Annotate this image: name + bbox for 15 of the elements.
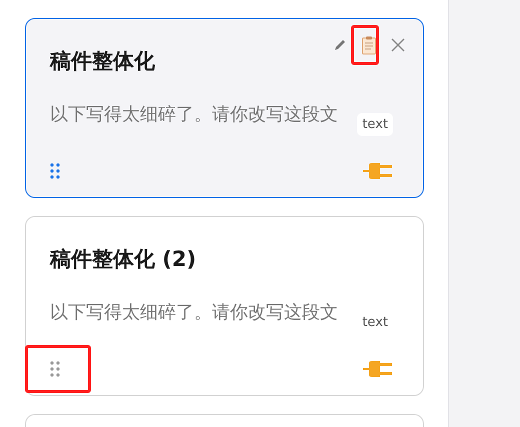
prompt-preview: 以下写得太细碎了。请你改写这段文 xyxy=(50,103,338,127)
card-title: 稿件整体化 (2) xyxy=(50,246,198,273)
card-title: 稿件整体化 xyxy=(50,48,156,75)
pencil-icon[interactable] xyxy=(333,38,347,52)
clipboard-icon[interactable] xyxy=(361,35,377,55)
plug-icon xyxy=(363,359,393,379)
prompt-card[interactable]: 稿件整体化 (2) 以下写得太细碎了。请你改写这段文 text xyxy=(25,216,424,396)
prompt-card[interactable]: 稿件整体化 以下写得太细碎了。请你改写这段文 text xyxy=(25,18,424,198)
prompt-preview: 以下写得太细碎了。请你改写这段文 xyxy=(50,301,338,325)
plug-icon xyxy=(363,161,393,181)
close-icon[interactable] xyxy=(391,38,405,52)
drag-handle-icon[interactable] xyxy=(50,361,60,377)
drag-handle-icon[interactable] xyxy=(50,163,60,179)
type-label: text xyxy=(361,314,389,332)
type-label: text xyxy=(357,113,393,136)
